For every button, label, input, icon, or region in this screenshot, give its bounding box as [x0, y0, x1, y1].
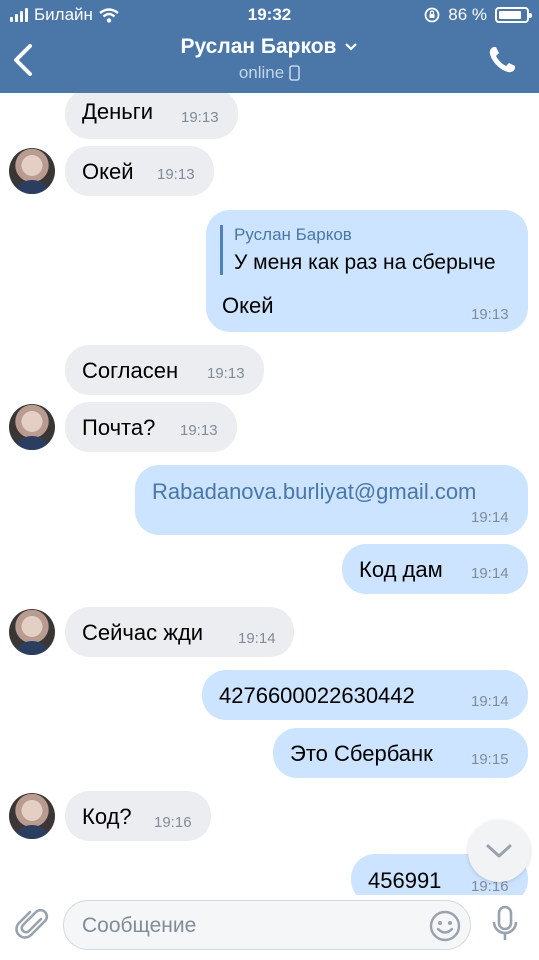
- message-time: 19:16: [154, 814, 192, 831]
- message-text: Согласен: [82, 358, 179, 383]
- reply-quote[interactable]: Руслан Барков У меня как раз на сберыче: [220, 225, 496, 275]
- message-time: 19:13: [180, 422, 218, 439]
- contact-status: online: [238, 63, 285, 82]
- avatar[interactable]: [9, 404, 55, 450]
- message-time: 19:13: [207, 365, 245, 382]
- message-input[interactable]: Сообщение: [63, 900, 471, 950]
- contact-name: Руслан Барков: [180, 35, 337, 58]
- message-outgoing[interactable]: Rabadanova.burliyat@gmail.com 19:14: [135, 465, 528, 535]
- message-incoming[interactable]: Согласен 19:13: [65, 345, 264, 395]
- message-text: Это Сбербанк: [290, 741, 433, 766]
- message-time: 19:14: [471, 693, 509, 710]
- message-time: 19:14: [238, 630, 276, 647]
- avatar[interactable]: [9, 148, 55, 194]
- microphone-icon[interactable]: [490, 904, 520, 944]
- message-outgoing[interactable]: Код дам 19:14: [342, 544, 528, 594]
- message-time: 19:13: [181, 109, 219, 126]
- message-text: Окей: [82, 159, 134, 184]
- chat-header: Билайн 19:32 86 % Руслан Барков online: [0, 0, 539, 93]
- status-bar: Билайн 19:32 86 %: [0, 0, 539, 30]
- message-text: Окей: [222, 293, 274, 318]
- message-text: Код?: [82, 804, 132, 829]
- message-text: Деньги: [82, 99, 154, 124]
- paperclip-icon[interactable]: [14, 905, 52, 943]
- battery-percent: 86 %: [448, 5, 487, 24]
- message-time: 19:13: [471, 306, 509, 323]
- chevron-down-icon: [345, 43, 358, 51]
- quote-author: Руслан Барков: [234, 225, 352, 244]
- orientation-lock-icon: [424, 7, 440, 23]
- message-time: 19:14: [471, 565, 509, 582]
- message-outgoing[interactable]: 4276600022630442 19:14: [202, 670, 528, 720]
- message-composer: Сообщение: [0, 895, 539, 960]
- message-incoming[interactable]: Деньги 19:13: [65, 93, 238, 139]
- emoji-icon[interactable]: [428, 909, 462, 943]
- quote-text: У меня как раз на сберыче: [234, 251, 496, 274]
- message-time: 19:14: [471, 509, 509, 526]
- message-text: Почта?: [82, 415, 156, 440]
- avatar[interactable]: [9, 609, 55, 655]
- chat-title-block[interactable]: Руслан Барков online: [0, 35, 539, 83]
- message-incoming[interactable]: Окей 19:13: [65, 146, 214, 196]
- message-text: 4276600022630442: [219, 683, 415, 708]
- email-link[interactable]: Rabadanova.burliyat@gmail.com: [152, 479, 476, 505]
- message-incoming[interactable]: Сейчас жди 19:14: [65, 607, 294, 657]
- call-icon[interactable]: [487, 45, 517, 75]
- message-time: 19:15: [471, 751, 509, 768]
- message-list[interactable]: Деньги 19:13 Окей 19:13 Руслан Барков У …: [0, 93, 539, 895]
- message-incoming[interactable]: Почта? 19:13: [65, 402, 237, 452]
- message-outgoing[interactable]: Руслан Барков У меня как раз на сберыче …: [206, 210, 528, 332]
- mobile-phone-icon: [289, 65, 300, 81]
- message-incoming[interactable]: Код? 19:16: [65, 791, 211, 841]
- message-input-placeholder: Сообщение: [82, 914, 197, 937]
- avatar[interactable]: [9, 793, 55, 839]
- message-time: 19:13: [157, 166, 195, 183]
- message-text: 456991: [368, 868, 442, 893]
- message-text: Сейчас жди: [82, 620, 204, 645]
- chevron-down-icon: [486, 844, 512, 858]
- scroll-to-bottom-button[interactable]: [468, 820, 530, 882]
- message-outgoing[interactable]: Это Сбербанк 19:15: [273, 728, 528, 778]
- message-text: Код дам: [359, 557, 443, 582]
- battery-icon: [495, 7, 532, 23]
